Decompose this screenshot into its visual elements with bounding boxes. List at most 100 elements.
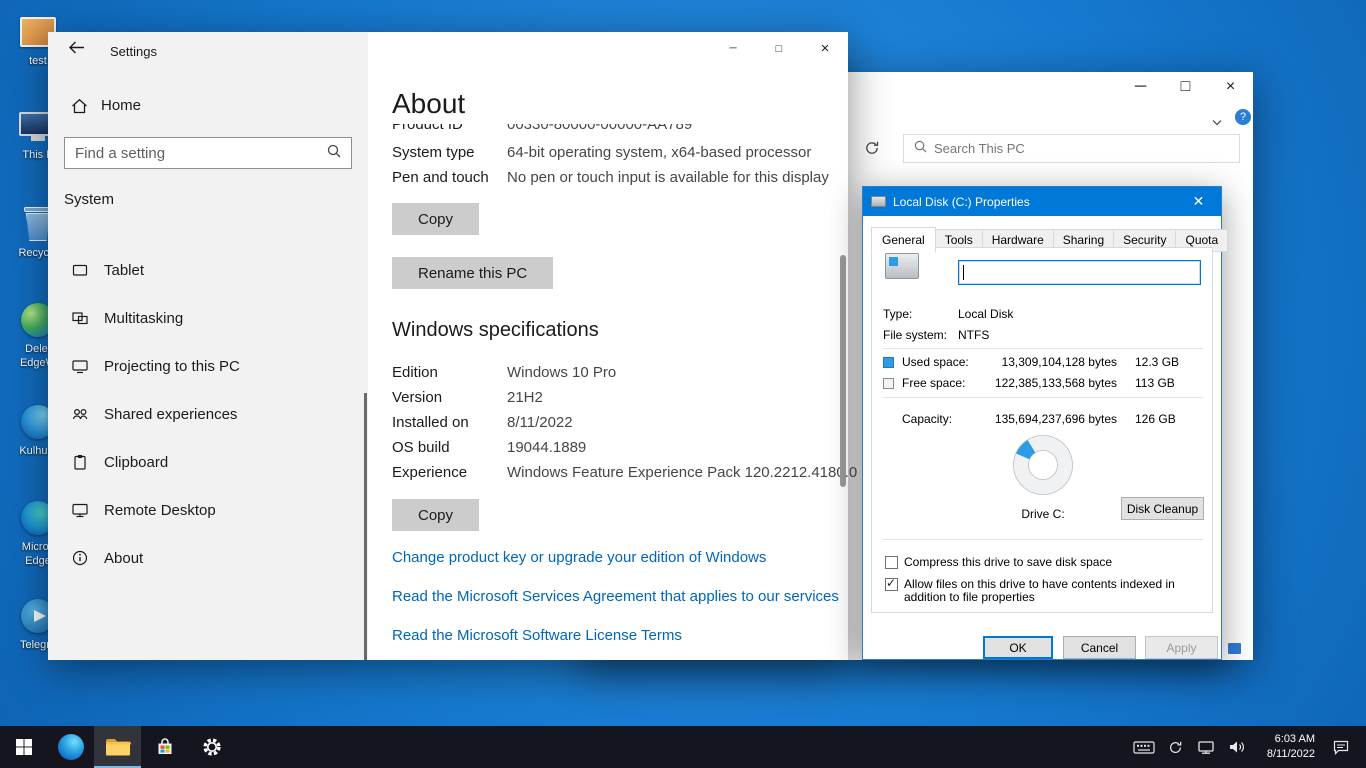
- explorer-search-box: [903, 134, 1240, 163]
- windows-logo-icon: [15, 739, 32, 755]
- sidebar-scrollbar[interactable]: [364, 393, 367, 660]
- space-label: Used space:: [902, 355, 969, 369]
- info-label: Type:: [883, 307, 913, 321]
- maximize-button[interactable]: □: [1163, 72, 1208, 102]
- sidebar-item-tablet[interactable]: Tablet: [48, 246, 368, 294]
- touch-keyboard-button[interactable]: [1133, 732, 1155, 762]
- projecting-icon: [72, 360, 88, 374]
- volume-label-input[interactable]: [958, 260, 1201, 285]
- space-size: 126 GB: [1135, 412, 1176, 426]
- compress-checkbox[interactable]: [885, 556, 898, 569]
- sidebar-item-projecting[interactable]: Projecting to this PC: [48, 342, 368, 390]
- refresh-button[interactable]: [864, 140, 880, 161]
- capacity-row: Capacity: 135,694,237,696 bytes 126 GB: [883, 412, 1205, 426]
- sidebar-item-home[interactable]: Home: [71, 97, 141, 114]
- action-center-button[interactable]: [1324, 732, 1358, 762]
- tray-network-button[interactable]: [1195, 732, 1217, 762]
- apply-button[interactable]: Apply: [1145, 636, 1218, 659]
- drive-icon-large: [885, 253, 919, 279]
- multitasking-icon: [72, 312, 88, 325]
- compress-checkbox-row: Compress this drive to save disk space: [885, 556, 1112, 569]
- spec-row: Edition Windows 10 Pro: [392, 364, 616, 382]
- maximize-button[interactable]: □: [756, 32, 802, 65]
- sidebar-item-label: About: [104, 549, 144, 567]
- space-bytes: 122,385,133,568 bytes: [994, 376, 1117, 390]
- sidebar-item-clipboard[interactable]: Clipboard: [48, 438, 368, 486]
- spec-label: Experience: [392, 464, 468, 481]
- sidebar-item-remote-desktop[interactable]: Remote Desktop: [48, 486, 368, 534]
- spec-value: No pen or touch input is available for t…: [507, 169, 829, 186]
- clock-date: 8/11/2022: [1266, 748, 1315, 760]
- sidebar-item-shared-experiences[interactable]: Shared experiences: [48, 390, 368, 438]
- close-button[interactable]: ✕: [1176, 187, 1221, 216]
- info-value: NTFS: [958, 328, 990, 342]
- sidebar-item-label: Clipboard: [104, 453, 169, 471]
- search-icon: [914, 140, 927, 158]
- page-title: About: [392, 88, 466, 119]
- home-label: Home: [101, 97, 142, 114]
- tab-general[interactable]: General: [871, 227, 936, 253]
- disk-cleanup-button[interactable]: Disk Cleanup: [1121, 497, 1204, 520]
- info-label: File system:: [883, 328, 948, 342]
- tray-volume-button[interactable]: [1226, 732, 1248, 762]
- services-agreement-link[interactable]: Read the Microsoft Services Agreement th…: [392, 588, 839, 605]
- software-license-link[interactable]: Read the Microsoft Software License Term…: [392, 627, 682, 644]
- sidebar-item-multitasking[interactable]: Multitasking: [48, 294, 368, 342]
- copy-button[interactable]: Copy: [392, 203, 480, 235]
- back-arrow-icon: [69, 41, 84, 54]
- volume-icon: [1230, 741, 1244, 753]
- statusbar-view-icon[interactable]: [1228, 643, 1241, 654]
- spec-row: Installed on 8/11/2022: [392, 414, 573, 432]
- sidebar-item-label: Tablet: [104, 261, 145, 279]
- tray-sync-button[interactable]: [1164, 732, 1186, 762]
- home-icon: [72, 98, 87, 113]
- disk-usage-donut-chart: [1013, 435, 1073, 495]
- taskbar-edge-button[interactable]: [47, 726, 94, 768]
- taskbar-store-button[interactable]: [141, 726, 188, 768]
- start-button[interactable]: [0, 726, 47, 768]
- spec-label: OS build: [392, 439, 450, 456]
- search-icon: [327, 144, 341, 163]
- help-button[interactable]: ?: [1235, 109, 1251, 125]
- rename-pc-button[interactable]: Rename this PC: [392, 257, 554, 289]
- spec-value: 00330-80000-00000-AA789: [507, 124, 693, 133]
- drive-icon: [871, 196, 886, 207]
- sidebar-item-about[interactable]: About: [48, 534, 368, 582]
- ok-button[interactable]: OK: [983, 636, 1053, 659]
- index-checkbox[interactable]: ✓: [885, 577, 898, 591]
- checkbox-label: Compress this drive to save disk space: [904, 555, 1113, 569]
- change-product-key-link[interactable]: Change product key or upgrade your editi…: [392, 549, 766, 566]
- close-button[interactable]: ×: [802, 32, 848, 65]
- space-label: Capacity:: [902, 412, 953, 426]
- minimize-button[interactable]: ─: [710, 32, 756, 65]
- back-button[interactable]: [68, 40, 85, 59]
- refresh-icon: [866, 141, 879, 154]
- taskbar-clock[interactable]: 6:03 AM 8/11/2022: [1257, 732, 1315, 762]
- cancel-button[interactable]: Cancel: [1063, 636, 1136, 659]
- spec-row: System type 64-bit operating system, x64…: [392, 144, 811, 162]
- edge-icon: [57, 734, 84, 760]
- taskbar-file-explorer-button[interactable]: [94, 726, 141, 768]
- divider: [883, 397, 1203, 398]
- settings-search-box: [64, 137, 352, 169]
- close-icon: ×: [820, 40, 830, 57]
- spec-value: 21H2: [507, 389, 543, 406]
- content-scrollbar[interactable]: [840, 255, 846, 487]
- explorer-search-input[interactable]: [934, 141, 1239, 156]
- index-checkbox-row: ✓ Allow files on this drive to have cont…: [885, 577, 1202, 604]
- taskbar: 6:03 AM 8/11/2022: [0, 726, 1366, 768]
- close-button[interactable]: ×: [1208, 72, 1253, 102]
- space-label: Free space:: [902, 376, 966, 390]
- file-explorer-icon: [105, 739, 131, 756]
- copy-button-2[interactable]: Copy: [392, 499, 480, 531]
- taskbar-settings-button[interactable]: [188, 726, 235, 768]
- minimize-button[interactable]: ─: [1118, 72, 1163, 102]
- settings-search-input[interactable]: [65, 144, 327, 162]
- free-space-color-chip: [883, 377, 894, 389]
- ribbon-collapse-button[interactable]: [1212, 113, 1222, 131]
- spec-row: Product ID 00330-80000-00000-AA789: [392, 124, 692, 136]
- spec-label: Version: [392, 389, 443, 406]
- close-icon: ✕: [1192, 193, 1205, 209]
- spec-row: Version 21H2: [392, 389, 543, 407]
- action-center-icon: [1333, 740, 1349, 755]
